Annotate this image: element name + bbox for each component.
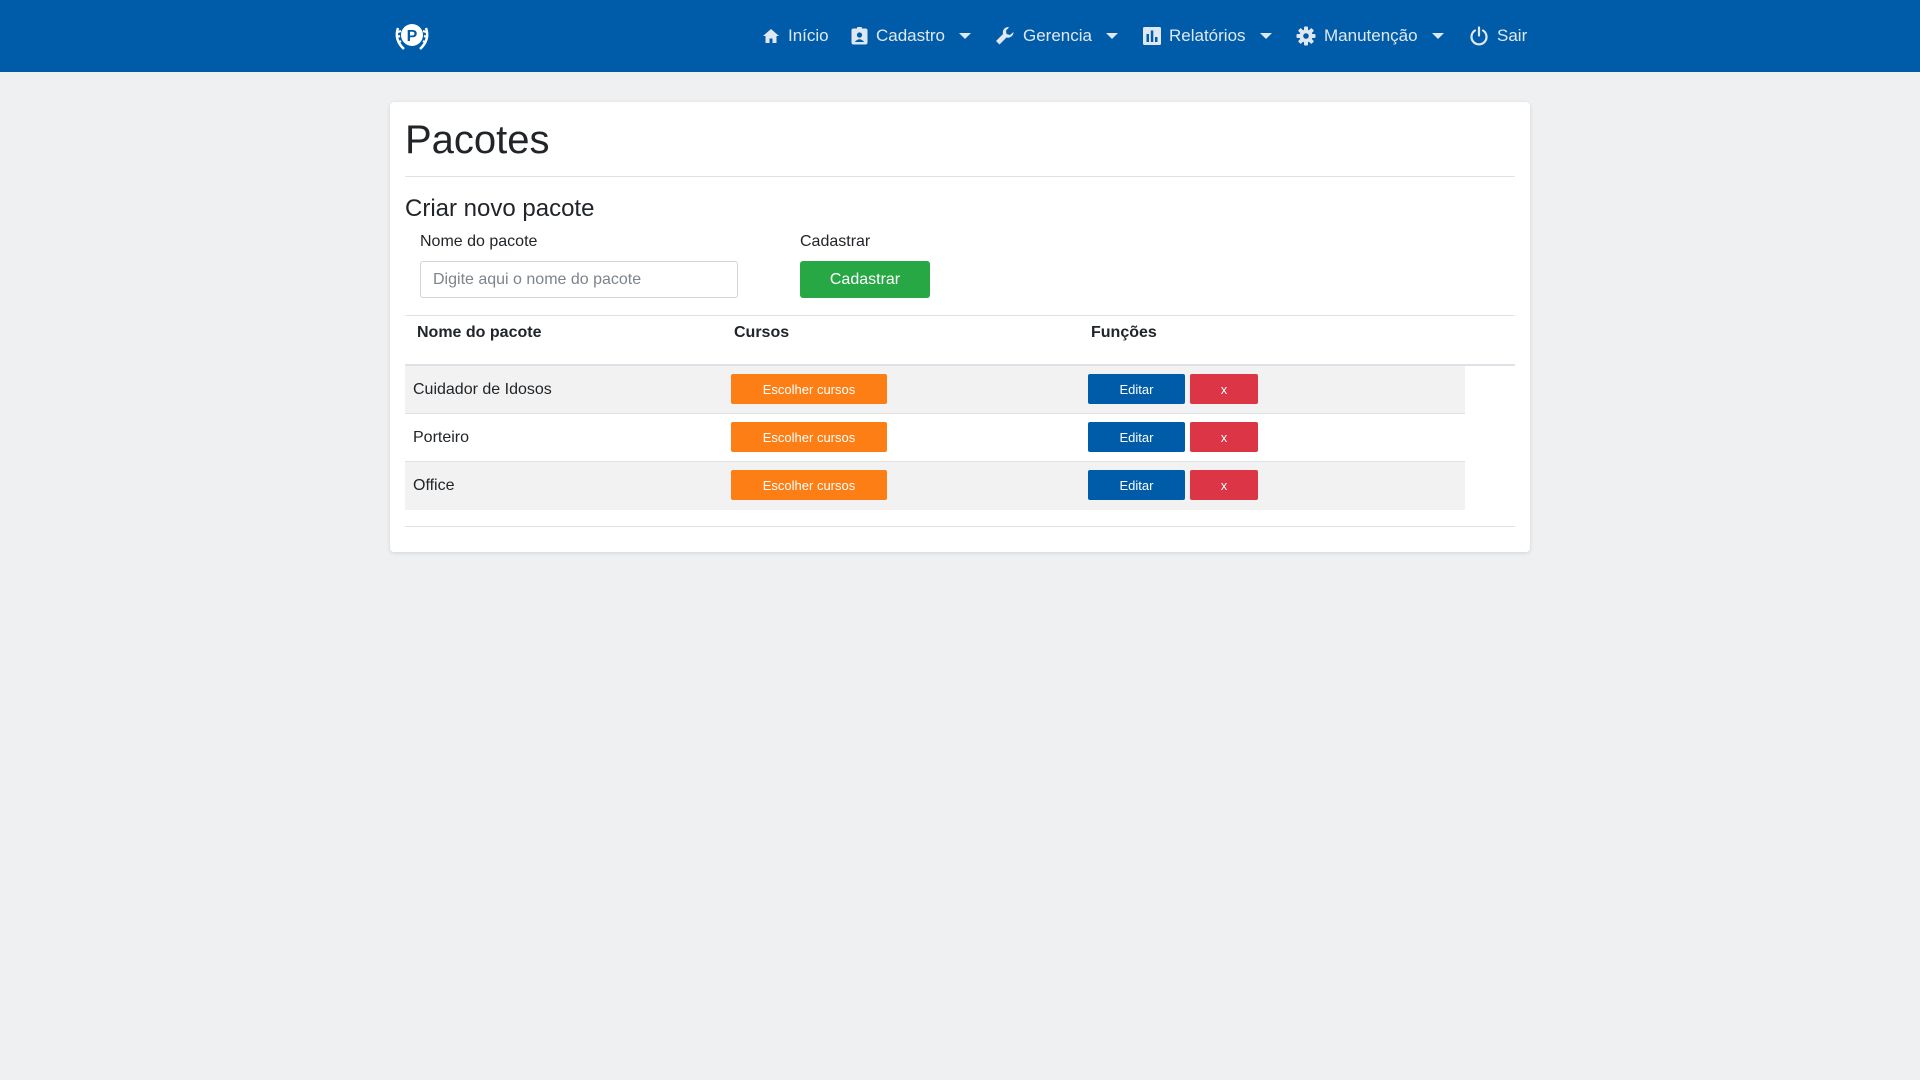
chevron-down-icon xyxy=(1105,33,1118,39)
pacotes-card: Pacotes Criar novo pacote Nome do pacote… xyxy=(390,102,1530,552)
column-header-nome: Nome do pacote xyxy=(417,324,542,341)
nav-cadastro-label: Cadastro xyxy=(876,26,945,45)
table-row: Office Escolher cursos Editar x xyxy=(405,462,1465,510)
power-icon xyxy=(1470,26,1488,46)
escolher-cursos-button[interactable]: Escolher cursos xyxy=(731,374,887,404)
editar-button[interactable]: Editar xyxy=(1088,374,1185,404)
bar-chart-icon xyxy=(1143,27,1161,45)
divider xyxy=(405,526,1515,527)
table-row: Cuidador de Idosos Escolher cursos Edita… xyxy=(405,366,1465,414)
package-name-cell: Office xyxy=(413,477,455,494)
column-header-funcoes: Funções xyxy=(1091,324,1157,341)
nav-gerencia-label: Gerencia xyxy=(1023,26,1092,45)
chevron-down-icon xyxy=(1259,33,1272,39)
top-navbar: P Início Cadastro Gerencia Relatórios Ma… xyxy=(0,0,1920,72)
package-name-cell: Cuidador de Idosos xyxy=(413,381,552,398)
escolher-cursos-button[interactable]: Escolher cursos xyxy=(731,422,887,452)
id-card-icon xyxy=(851,27,868,45)
name-field-label: Nome do pacote xyxy=(420,233,538,250)
nav-inicio-label: Início xyxy=(788,26,829,45)
nav-manutencao[interactable]: Manutenção xyxy=(1296,0,1444,72)
editar-button[interactable]: Editar xyxy=(1088,470,1185,500)
cadastrar-button[interactable]: Cadastrar xyxy=(800,261,930,298)
column-header-cursos: Cursos xyxy=(734,324,790,341)
form-title: Criar novo pacote xyxy=(405,195,595,222)
chevron-down-icon xyxy=(958,33,971,39)
home-icon xyxy=(763,29,779,43)
svg-text:P: P xyxy=(407,28,418,45)
divider xyxy=(405,176,1515,177)
delete-button[interactable]: x xyxy=(1190,470,1258,500)
gear-icon xyxy=(1296,26,1316,46)
submit-label: Cadastrar xyxy=(800,233,871,250)
escolher-cursos-button[interactable]: Escolher cursos xyxy=(731,470,887,500)
page-title: Pacotes xyxy=(405,118,550,162)
divider xyxy=(405,315,1515,316)
chevron-down-icon xyxy=(1431,33,1444,39)
nav-sair[interactable]: Sair xyxy=(1469,0,1527,72)
nav-relatorios-label: Relatórios xyxy=(1169,26,1246,45)
delete-button[interactable]: x xyxy=(1190,422,1258,452)
package-name-input[interactable] xyxy=(420,261,738,298)
package-name-cell: Porteiro xyxy=(413,429,470,446)
nav-manutencao-label: Manutenção xyxy=(1324,26,1418,45)
table-row: Porteiro Escolher cursos Editar x xyxy=(405,414,1465,462)
nav-gerencia[interactable]: Gerencia xyxy=(995,0,1118,72)
nav-cadastro[interactable]: Cadastro xyxy=(851,0,971,72)
nav-relatorios[interactable]: Relatórios xyxy=(1143,0,1272,72)
editar-button[interactable]: Editar xyxy=(1088,422,1185,452)
nav-inicio[interactable]: Início xyxy=(762,0,829,72)
delete-button[interactable]: x xyxy=(1190,374,1258,404)
logo-icon[interactable]: P xyxy=(392,18,432,54)
wrench-icon xyxy=(996,27,1014,45)
nav-sair-label: Sair xyxy=(1497,26,1528,45)
